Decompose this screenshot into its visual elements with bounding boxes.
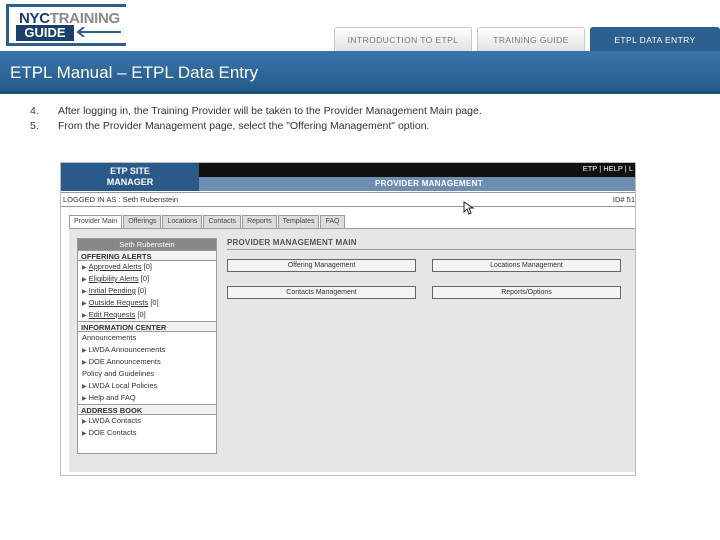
arrow-icon: ▶ [82, 289, 87, 295]
tab-training-guide[interactable]: TRAINING GUIDE [477, 27, 585, 51]
arrow-icon: ▶ [82, 419, 87, 425]
provider-management-main-panel: PROVIDER MANAGEMENT MAIN Offering Manage… [227, 238, 635, 299]
locations-management-button[interactable]: Locations Management [432, 259, 621, 272]
offering-alerts-heading: OFFERING ALERTS [78, 250, 216, 261]
page-title: ETPL Manual – ETPL Data Entry [10, 63, 259, 82]
provider-id-text: ID# 51 [612, 195, 635, 204]
subtab-offerings[interactable]: Offerings [123, 215, 162, 228]
step-number: 5. [30, 120, 39, 132]
left-sidebar: Seth Rubenstein OFFERING ALERTS ▶ Approve… [77, 238, 217, 454]
reports-options-button[interactable]: Reports/Options [432, 286, 621, 299]
provider-management-heading: PROVIDER MANAGEMENT [375, 179, 483, 188]
main-nav-tabs: INTRODUCTION TO ETPL TRAINING GUIDE ETPL… [329, 27, 720, 51]
arrow-icon: ▶ [82, 348, 87, 354]
etp-site-manager-title: ETP SITE MANAGER [61, 163, 199, 191]
provider-main-content: Seth Rubenstein OFFERING ALERTS ▶ Approve… [69, 228, 635, 472]
button-row: Contacts Management Reports/Options [227, 286, 635, 299]
arrow-icon: ▶ [82, 360, 87, 366]
subtab-templates[interactable]: Templates [277, 215, 320, 228]
alert-eligibility[interactable]: ▶ Eligibility Alerts [0] [78, 273, 216, 285]
subtab-contacts[interactable]: Contacts [203, 215, 242, 228]
info-announcements: Announcements [82, 333, 137, 342]
info-lwda-announcements[interactable]: ▶ LWDA Announcements [78, 344, 216, 356]
arrow-icon: ▶ [82, 396, 87, 402]
step-text: From the Provider Management page, selec… [58, 120, 430, 132]
instruction-steps: 4. After logging in, the Training Provid… [30, 104, 630, 134]
arrow-icon: ▶ [82, 313, 87, 319]
provider-management-bar: PROVIDER MANAGEMENT [199, 177, 635, 191]
button-row: Offering Management Locations Management [227, 259, 635, 272]
address-book-heading: ADDRESS BOOK [78, 404, 216, 415]
step-item: 4. After logging in, the Training Provid… [30, 104, 630, 119]
step-text: After logging in, the Training Provider … [58, 105, 482, 117]
contacts-management-button[interactable]: Contacts Management [227, 286, 416, 299]
step-item: 5. From the Provider Management page, se… [30, 119, 630, 134]
alert-edit-requests[interactable]: ▶ Edit Requests [0] [78, 309, 216, 321]
arrow-icon: ▶ [82, 431, 87, 437]
address-doe-contacts[interactable]: ▶ DOE Contacts [78, 427, 216, 439]
logged-in-text: LOGGED IN AS : Seth Rubenstein [63, 195, 179, 204]
logo-arrow-icon [76, 27, 121, 37]
info-help-faq[interactable]: ▶ Help and FAQ [78, 392, 216, 404]
title-bar: ETPL Manual – ETPL Data Entry [0, 51, 720, 94]
arrow-icon: ▶ [82, 265, 87, 271]
arrow-icon: ▶ [82, 384, 87, 390]
alert-outside-requests[interactable]: ▶ Outside Requests [0] [78, 297, 216, 309]
alert-approved[interactable]: ▶ Approved Alerts [0] [78, 261, 216, 273]
info-policy-guidelines: Policy and Guidelines [82, 369, 155, 378]
top-links[interactable]: ETP | HELP | L [583, 164, 633, 173]
subtab-locations[interactable]: Locations [162, 215, 203, 228]
subtab-reports[interactable]: Reports [242, 215, 277, 228]
offering-management-button[interactable]: Offering Management [227, 259, 416, 272]
arrow-icon: ▶ [82, 301, 87, 307]
top-links-bar: ETP | HELP | L [199, 163, 635, 177]
information-center-heading: INFORMATION CENTER [78, 321, 216, 332]
mouse-cursor-icon [463, 201, 475, 215]
tab-etpl-data-entry[interactable]: ETPL DATA ENTRY [590, 27, 720, 51]
user-name-header: Seth Rubenstein [78, 239, 216, 250]
tab-introduction-to-etpl[interactable]: INTRODUCTION TO ETPL [334, 27, 472, 51]
address-lwda-contacts[interactable]: ▶ LWDA Contacts [78, 415, 216, 427]
info-lwda-local-policies[interactable]: ▶ LWDA Local Policies [78, 380, 216, 392]
provider-management-main-title: PROVIDER MANAGEMENT MAIN [227, 238, 635, 250]
provider-subtabs: Provider Main Offerings Locations Contac… [69, 215, 346, 228]
arrow-icon: ▶ [82, 277, 87, 283]
info-doe-announcements[interactable]: ▶ DOE Announcements [78, 356, 216, 368]
logo-guide-text: GUIDE [16, 25, 74, 41]
alert-initial-pending[interactable]: ▶ Initial Pending [0] [78, 285, 216, 297]
logged-in-bar: LOGGED IN AS : Seth Rubenstein ID# 51 [61, 192, 635, 207]
subtab-faq[interactable]: FAQ [320, 215, 345, 228]
page: NYCTRAINING GUIDE INTRODUCTION TO ETPL T… [0, 0, 720, 540]
nyc-training-guide-logo[interactable]: NYCTRAINING GUIDE [6, 4, 126, 46]
subtab-provider-main[interactable]: Provider Main [69, 215, 123, 228]
step-number: 4. [30, 105, 39, 117]
provider-management-screenshot: ETP SITE MANAGER ETP | HELP | L PROVIDER… [60, 162, 636, 476]
